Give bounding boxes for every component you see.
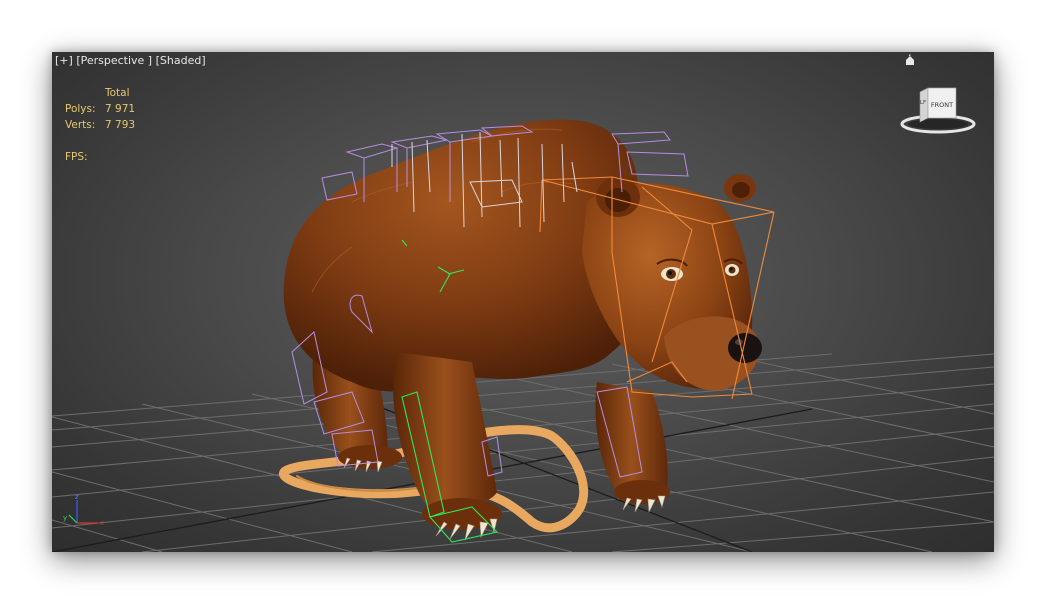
fps-label: FPS: <box>65 151 88 163</box>
viewport-general-menu[interactable]: [+] <box>55 54 73 67</box>
stats-polys-row: Polys: 7 971 <box>65 101 135 117</box>
viewcube-icon[interactable]: FRONT LF <box>898 84 978 136</box>
bear-model[interactable] <box>283 119 762 541</box>
statistics-overlay: Total Polys: 7 971 Verts: 7 793 FPS: <box>65 85 135 165</box>
viewcube-front-label[interactable]: FRONT <box>931 101 953 109</box>
stats-verts-row: Verts: 7 793 <box>65 117 135 133</box>
viewport-label-menu[interactable]: [+] [Perspective ] [Shaded] <box>55 54 206 67</box>
verts-value: 7 793 <box>105 119 136 131</box>
polys-value: 7 971 <box>105 103 136 115</box>
stats-header: Total <box>105 87 130 99</box>
viewcube-left-label[interactable]: LF <box>920 100 926 106</box>
gizmo-x-label: x <box>100 519 104 527</box>
gizmo-z-label: z <box>75 493 79 501</box>
viewport-shading-menu[interactable]: [Shaded] <box>156 54 206 67</box>
viewport-scene[interactable] <box>52 52 994 552</box>
viewport-view-menu[interactable]: [Perspective ] <box>76 54 152 67</box>
verts-label: Verts: <box>65 119 96 131</box>
polys-label: Polys: <box>65 103 96 115</box>
ground-grid <box>52 353 994 552</box>
gizmo-y-label: y <box>63 514 67 522</box>
perspective-viewport[interactable]: [+] [Perspective ] [Shaded] Total Polys:… <box>52 52 994 552</box>
axis-gizmo-icon: z y x <box>63 493 104 527</box>
home-icon[interactable] <box>904 54 916 66</box>
